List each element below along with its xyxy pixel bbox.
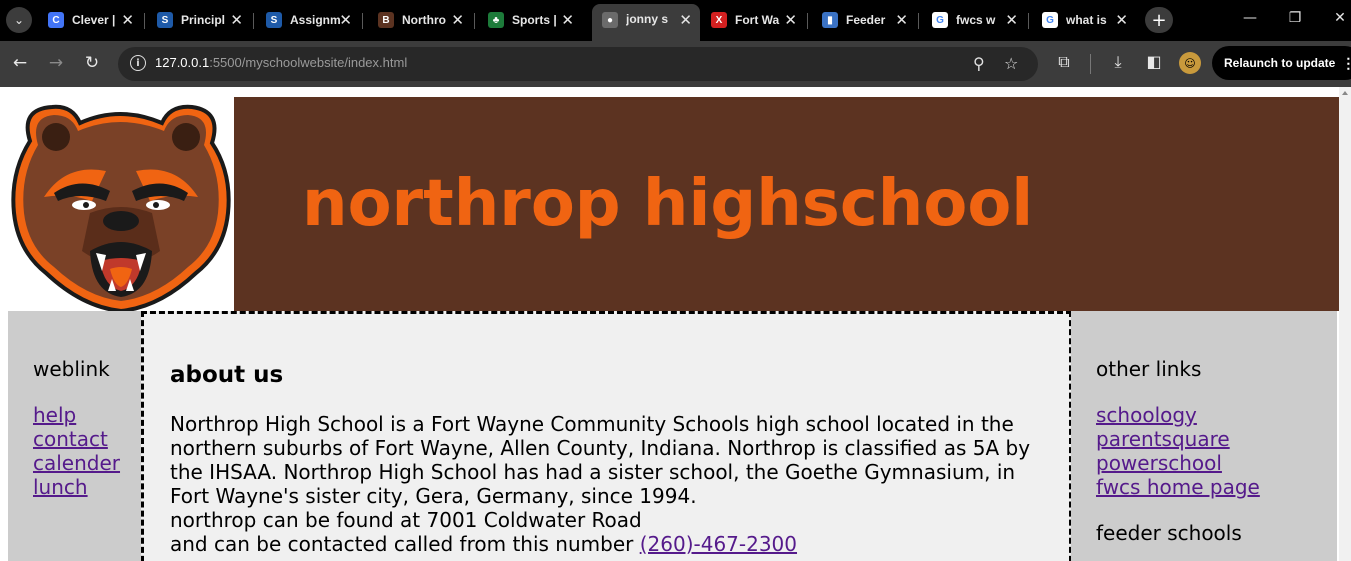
forward-arrow-icon[interactable]: → <box>45 52 67 74</box>
sports-icon: ♣ <box>488 12 504 28</box>
fort-wayne-icon: X <box>711 12 727 28</box>
google-icon: G <box>932 12 948 28</box>
bear-logo <box>10 101 232 314</box>
url-text[interactable]: 127.0.0.1:5500/myschoolwebsite/index.htm… <box>155 55 407 70</box>
tab-close-icon[interactable]: ✕ <box>784 11 797 29</box>
google-icon: G <box>1042 12 1058 28</box>
browser-tab[interactable]: Gwhat is ✕ <box>1032 4 1136 36</box>
tab-close-icon[interactable]: ✕ <box>451 11 464 29</box>
page-viewport: northrop highschool weblink help contact… <box>0 87 1351 561</box>
tab-close-icon[interactable]: ✕ <box>121 11 134 29</box>
browser-toolbar: ← → ↻ i 127.0.0.1:5500/myschoolwebsite/i… <box>0 41 1351 87</box>
tab-search-button[interactable]: ⌄ <box>6 7 32 33</box>
nav-link-powerschool[interactable]: powerschool <box>1096 451 1337 475</box>
feeder-schools-heading: feeder schools <box>1096 521 1242 545</box>
new-tab-button[interactable]: + <box>1145 7 1173 33</box>
extensions-icon[interactable]: ⧉ <box>1053 52 1075 72</box>
bear-icon: B <box>378 12 394 28</box>
clever-icon: C <box>48 12 64 28</box>
browser-tab[interactable]: B Northro ✕ <box>368 4 472 36</box>
url-path: :5500/myschoolwebsite/index.html <box>209 55 408 70</box>
tab-separator <box>807 13 808 29</box>
tab-close-icon[interactable]: ✕ <box>679 11 692 29</box>
nav-link-lunch[interactable]: lunch <box>33 475 141 499</box>
browser-tab[interactable]: S Assignm ✕ <box>256 4 360 36</box>
address-bar[interactable]: i 127.0.0.1:5500/myschoolwebsite/index.h… <box>118 47 1038 81</box>
tab-close-icon[interactable]: ✕ <box>1005 11 1018 29</box>
tab-label: what is <box>1066 13 1107 27</box>
tab-separator <box>474 13 475 29</box>
relaunch-label: Relaunch to update <box>1224 56 1336 70</box>
tab-label: fwcs w <box>956 13 996 27</box>
left-sidebar: weblink help contact calender lunch <box>8 311 141 561</box>
zoom-icon[interactable]: ⚲ <box>973 54 985 73</box>
about-paragraph: Northrop High School is a Fort Wayne Com… <box>170 412 1050 556</box>
globe-icon: ● <box>602 12 618 28</box>
relaunch-button[interactable]: Relaunch to update ⋮ <box>1212 46 1351 80</box>
tab-label: Feeder <box>846 13 886 27</box>
tab-separator <box>362 13 363 29</box>
browser-tab[interactable]: ♣ Sports | ✕ <box>478 4 582 36</box>
tab-separator <box>144 13 145 29</box>
scroll-up-icon[interactable] <box>1342 91 1348 95</box>
tab-separator <box>253 13 254 29</box>
page-scrollbar[interactable] <box>1339 87 1351 561</box>
nav-link-parentsquare[interactable]: parentsquare <box>1096 427 1337 451</box>
nav-link-calender[interactable]: calender <box>33 451 141 475</box>
tab-label: Northro <box>402 13 446 27</box>
about-text: Northrop High School is a Fort Wayne Com… <box>170 412 1031 508</box>
address-line: northrop can be found at 7001 Coldwater … <box>170 508 642 532</box>
site-title: northrop highschool <box>302 167 1034 241</box>
contact-line: and can be contacted called from this nu… <box>170 532 634 556</box>
back-arrow-icon[interactable]: ← <box>9 52 31 74</box>
toolbar-divider <box>1090 54 1091 74</box>
url-host: 127.0.0.1 <box>155 55 210 70</box>
site-info-icon[interactable]: i <box>130 55 146 71</box>
tab-label: jonny s <box>626 12 669 26</box>
browser-tab[interactable]: X Fort Wa ✕ <box>701 4 805 36</box>
tab-separator <box>1028 13 1029 29</box>
phone-link[interactable]: (260)-467-2300 <box>640 532 797 556</box>
tab-label: Fort Wa <box>735 13 780 27</box>
about-section: about us Northrop High School is a Fort … <box>141 311 1072 561</box>
tab-close-icon[interactable]: ✕ <box>230 11 243 29</box>
nav-link-schoology[interactable]: schoology <box>1096 403 1337 427</box>
title-banner: northrop highschool <box>234 97 1339 311</box>
browser-tab[interactable]: ● jonny s ✕ <box>592 4 700 41</box>
side-panel-icon[interactable]: ◧ <box>1143 52 1165 71</box>
menu-dots-icon[interactable]: ⋮ <box>1341 55 1351 72</box>
tab-close-icon[interactable]: ✕ <box>561 11 574 29</box>
reload-icon[interactable]: ↻ <box>81 52 103 74</box>
schoology-icon: S <box>266 12 282 28</box>
tab-label: Assignm <box>290 13 340 27</box>
close-window-icon[interactable]: ✕ <box>1330 10 1350 26</box>
schoology-icon: S <box>157 12 173 28</box>
tab-strip: ⌄ C Clever | ✕ S Principl ✕ S Assignm ✕ B Northro ✕… <box>0 0 1351 41</box>
other-links-heading: other links <box>1096 357 1202 381</box>
weblink-heading: weblink <box>33 357 110 381</box>
about-heading: about us <box>170 362 284 388</box>
nav-link-help[interactable]: help <box>33 403 141 427</box>
tab-close-icon[interactable]: ✕ <box>895 11 908 29</box>
browser-tab[interactable]: ▮ Feeder ✕ <box>812 4 916 36</box>
nav-link-fwcs-home[interactable]: fwcs home page <box>1096 475 1337 499</box>
restore-icon[interactable]: ❐ <box>1285 10 1305 26</box>
right-sidebar: other links schoology parentsquare power… <box>1071 311 1337 561</box>
minimize-icon[interactable]: — <box>1240 10 1260 26</box>
tab-close-icon[interactable]: ✕ <box>339 11 352 29</box>
tab-label: Clever | <box>72 13 116 27</box>
bookmark-star-icon[interactable]: ☆ <box>1004 54 1018 73</box>
browser-tab[interactable]: C Clever | ✕ <box>38 4 142 36</box>
profile-avatar[interactable]: ☺ <box>1179 52 1201 74</box>
tab-label: Sports | <box>512 13 557 27</box>
nav-link-contact[interactable]: contact <box>33 427 141 451</box>
download-icon[interactable]: ⤓ <box>1107 52 1129 72</box>
tab-label: Principl <box>181 13 226 27</box>
browser-tab[interactable]: Gfwcs w ✕ <box>922 4 1026 36</box>
feeder-icon: ▮ <box>822 12 838 28</box>
browser-tab[interactable]: S Principl ✕ <box>147 4 251 36</box>
tab-close-icon[interactable]: ✕ <box>1115 11 1128 29</box>
tab-separator <box>918 13 919 29</box>
